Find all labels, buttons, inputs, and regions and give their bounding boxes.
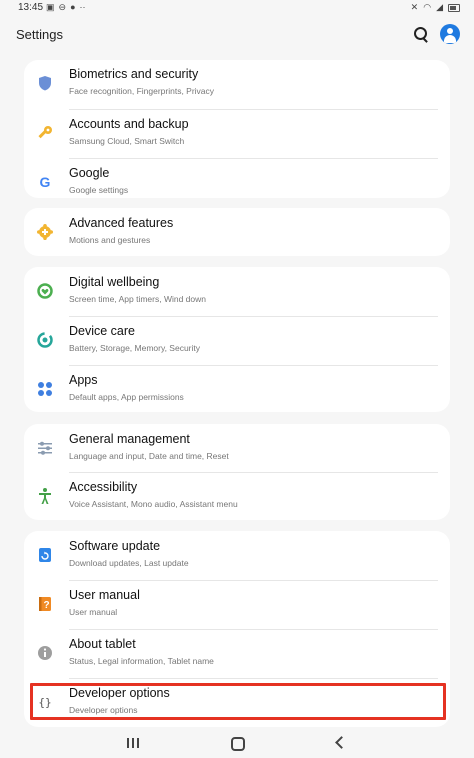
search-button[interactable]	[410, 24, 432, 46]
settings-item-subtitle: User manual	[69, 607, 118, 617]
settings-item-subtitle: Default apps, App permissions	[69, 392, 184, 402]
settings-item-accessibility[interactable]: Accessibility Voice Assistant, Mono audi…	[24, 472, 450, 521]
settings-item-subtitle: Status, Legal information, Tablet name	[69, 656, 214, 666]
profile-icon: ●	[70, 2, 76, 12]
settings-item-biometrics[interactable]: Biometrics and security Face recognition…	[24, 59, 450, 108]
settings-item-title: Digital wellbeing	[69, 275, 160, 289]
settings-item-advanced-features[interactable]: Advanced features Motions and gestures	[24, 208, 450, 257]
settings-item-software-update[interactable]: Software update Download updates, Last u…	[24, 531, 450, 580]
svg-text:G: G	[40, 174, 51, 190]
settings-item-title: Biometrics and security	[69, 67, 199, 81]
wellbeing-icon	[36, 282, 54, 300]
settings-group-device: Digital wellbeing Screen time, App timer…	[24, 267, 450, 412]
settings-item-subtitle: Language and input, Date and time, Reset	[69, 451, 229, 461]
accessibility-icon	[36, 487, 54, 505]
wifi-icon: ◠	[423, 2, 432, 12]
settings-item-user-manual[interactable]: ? User manual User manual	[24, 580, 450, 629]
status-time: 13:45	[18, 2, 44, 13]
settings-item-subtitle: Screen time, App timers, Wind down	[69, 294, 207, 304]
block-icon: ⊖	[58, 2, 67, 12]
developer-options-highlight	[30, 683, 446, 720]
key-icon	[36, 124, 54, 142]
settings-item-title: Google	[69, 166, 110, 180]
settings-item-accounts[interactable]: Accounts and backup Samsung Cloud, Smart…	[24, 109, 450, 158]
settings-item-subtitle: Voice Assistant, Mono audio, Assistant m…	[69, 499, 238, 509]
settings-item-about-tablet[interactable]: About tablet Status, Legal information, …	[24, 629, 450, 678]
settings-item-title: General management	[69, 432, 190, 446]
settings-item-subtitle: Download updates, Last update	[69, 558, 189, 568]
settings-item-title: Accessibility	[69, 480, 138, 494]
settings-item-digital-wellbeing[interactable]: Digital wellbeing Screen time, App timer…	[24, 267, 450, 316]
settings-item-title: User manual	[69, 588, 140, 602]
svg-text:?: ?	[43, 600, 49, 611]
mute-icon: ✕	[410, 2, 419, 12]
status-bar: 13:45 ▣ ⊖ ● ·· ✕ ◠ ◢	[0, 0, 474, 16]
settings-group-general: General management Language and input, D…	[24, 424, 450, 520]
home-icon[interactable]	[231, 737, 245, 751]
gallery-icon: ▣	[46, 2, 55, 12]
settings-item-subtitle: Motions and gestures	[69, 235, 151, 245]
settings-item-title: Advanced features	[69, 216, 174, 230]
page-title: Settings	[16, 27, 63, 42]
gear-plus-icon	[36, 223, 54, 241]
software-update-icon	[36, 546, 54, 564]
settings-item-general-management[interactable]: General management Language and input, D…	[24, 424, 450, 473]
back-icon[interactable]	[335, 736, 348, 749]
settings-item-title: Device care	[69, 324, 135, 338]
settings-item-subtitle: Google settings	[69, 185, 129, 195]
settings-group-advanced: Advanced features Motions and gestures	[24, 208, 450, 256]
settings-item-device-care[interactable]: Device care Battery, Storage, Memory, Se…	[24, 316, 450, 365]
settings-item-subtitle: Samsung Cloud, Smart Switch	[69, 136, 185, 146]
settings-item-title: About tablet	[69, 637, 136, 651]
settings-group-security: Biometrics and security Face recognition…	[24, 60, 450, 198]
settings-item-title: Accounts and backup	[69, 117, 189, 131]
recents-icon[interactable]	[127, 738, 139, 748]
user-manual-icon: ?	[36, 595, 54, 613]
more-icon: ··	[79, 2, 86, 12]
shield-icon	[36, 74, 54, 92]
settings-item-google[interactable]: G Google Google settings	[24, 158, 450, 207]
account-button[interactable]	[440, 24, 460, 44]
sliders-icon	[36, 439, 54, 457]
settings-item-apps[interactable]: Apps Default apps, App permissions	[24, 365, 450, 414]
settings-item-subtitle: Battery, Storage, Memory, Security	[69, 343, 201, 353]
apps-grid-icon	[36, 380, 54, 398]
google-icon: G	[36, 173, 54, 191]
info-icon	[36, 644, 54, 662]
settings-item-subtitle: Face recognition, Fingerprints, Privacy	[69, 86, 215, 96]
device-care-icon	[36, 331, 54, 349]
settings-item-title: Apps	[69, 373, 98, 387]
navigation-bar	[0, 730, 474, 758]
signal-icon: ◢	[436, 2, 443, 12]
battery-icon	[448, 4, 460, 12]
account-icon	[447, 28, 453, 34]
settings-item-title: Software update	[69, 539, 161, 553]
